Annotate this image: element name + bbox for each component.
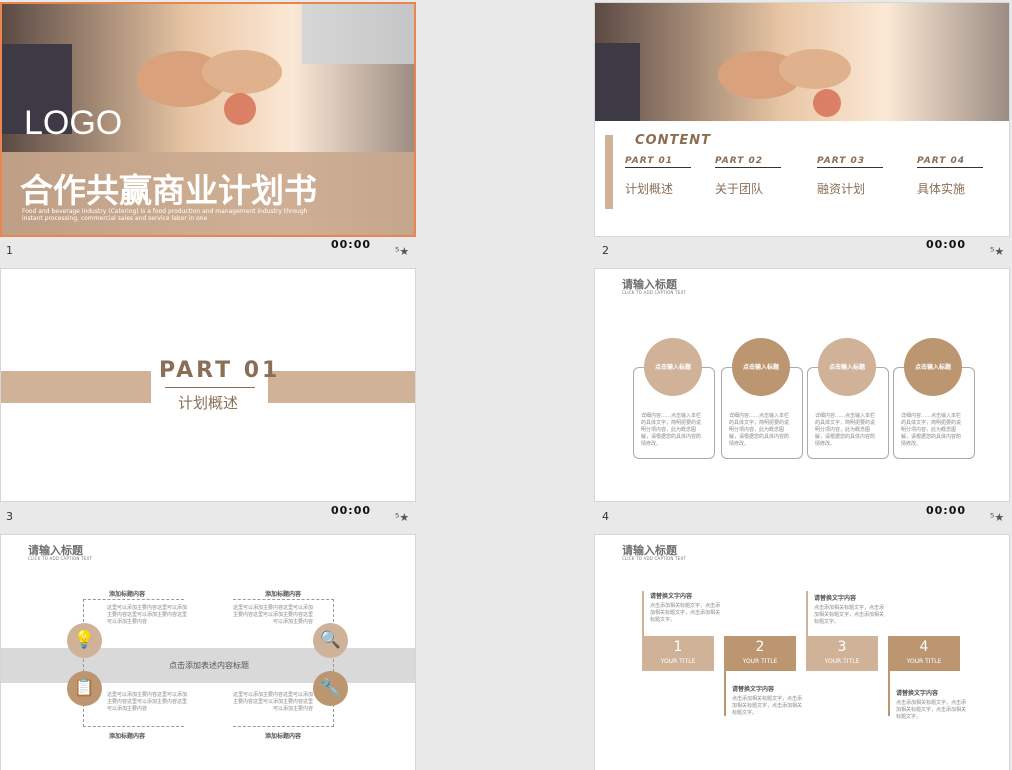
item-heading: 添加标题内容	[265, 733, 302, 740]
item-heading: 添加标题内容	[109, 591, 146, 598]
step-line	[642, 591, 644, 636]
band-title: 点击添加表述内容标题	[169, 661, 249, 670]
clipboard-icon: 📋	[67, 671, 102, 706]
slide-caption: CLICK TO ADD CAPTION TEXT	[622, 556, 686, 561]
step-heading: 请替换文字内容	[896, 690, 939, 697]
step-number: 3	[837, 639, 847, 655]
slide-thumbnail-4[interactable]: 请输入标题 CLICK TO ADD CAPTION TEXT 点击输入标题 详…	[594, 268, 1010, 502]
handshake-photo	[595, 3, 1009, 121]
slide-thumbnail-3[interactable]: PART 01 计划概述	[0, 268, 416, 502]
slide-thumbnail-6[interactable]: 请输入标题 CLICK TO ADD CAPTION TEXT 请替换文字内容 …	[594, 534, 1010, 770]
part-item-1[interactable]: PART 01 计划概述	[625, 156, 705, 197]
item-body: 这里可以添加主要内容这里可以添加主要内容这里可以添加主要内容这里可以添加主要内容	[107, 692, 188, 712]
accent-bar	[605, 135, 613, 209]
slide-timing: 00:00	[926, 238, 967, 251]
step-line	[888, 671, 890, 716]
slide-thumbnail-1[interactable]: LOGO 合作共赢商业计划书 Food and beverage industr…	[0, 2, 416, 237]
slide-thumbnail-2[interactable]: CONTENT PART 01 计划概述 PART 02 关于团队 PART 0…	[594, 2, 1010, 237]
logo-text: LOGO	[24, 104, 123, 142]
slide-number: 3	[6, 510, 13, 523]
slide-timing: 00:00	[331, 504, 372, 517]
star-icon[interactable]: ⁵★	[990, 511, 1004, 524]
step-line	[724, 671, 726, 716]
band-right	[268, 371, 415, 403]
bulb-icon: 💡	[67, 623, 102, 658]
step-line	[806, 591, 808, 636]
item-body: 这里可以添加主要内容这里可以添加主要内容这里可以添加主要内容这里可以添加主要内容	[233, 605, 314, 625]
step-body: 点击添加相关标题文字，点击添加相关标题文字，点击添加相关标题文字。	[650, 603, 721, 623]
step-label: YOUR TITLE	[660, 658, 696, 665]
step-heading: 请替换文字内容	[814, 595, 857, 602]
slide-timing: 00:00	[926, 504, 967, 517]
step-number: 2	[755, 639, 765, 655]
slide-number: 1	[6, 244, 13, 257]
step-body: 点击添加相关标题文字，点击添加相关标题文字，点击添加相关标题文字。	[896, 700, 967, 720]
step-heading: 请替换文字内容	[732, 686, 775, 693]
card-heading: 点击输入标题	[742, 364, 779, 371]
item-body: 这里可以添加主要内容这里可以添加主要内容这里可以添加主要内容这里可以添加主要内容	[233, 692, 314, 712]
part-label: 融资计划	[817, 182, 866, 196]
item-body: 这里可以添加主要内容这里可以添加主要内容这里可以添加主要内容这里可以添加主要内容	[107, 605, 188, 625]
part-item-2[interactable]: PART 02 关于团队	[715, 156, 795, 197]
part-item-4[interactable]: PART 04 具体实施	[917, 156, 997, 197]
step-number: 4	[919, 639, 929, 655]
slide-caption: CLICK TO ADD CAPTION TEXT	[28, 556, 92, 561]
step-body: 点击添加相关标题文字，点击添加相关标题文字，点击添加相关标题文字。	[814, 605, 885, 625]
part-label: 关于团队	[715, 182, 764, 196]
step-number: 1	[673, 639, 683, 655]
item-heading: 添加标题内容	[109, 733, 146, 740]
slide-timing: 00:00	[331, 238, 372, 251]
part-number: PART 02	[715, 156, 781, 168]
part-label: 计划概述	[625, 182, 674, 196]
slide-number: 4	[602, 510, 609, 523]
step-heading: 请替换文字内容	[650, 593, 693, 600]
step-label: YOUR TITLE	[824, 658, 860, 665]
star-icon[interactable]: ⁵★	[395, 511, 409, 524]
band-left	[1, 371, 151, 403]
tools-icon: 🔧	[313, 671, 348, 706]
star-icon[interactable]: ⁵★	[395, 245, 409, 258]
part-label: 计划概述	[178, 394, 239, 412]
part-number: PART 01	[625, 156, 691, 168]
step-label: YOUR TITLE	[906, 658, 942, 665]
card-heading: 点击输入标题	[828, 364, 865, 371]
slide-subtitle: Food and beverage industry (Catering) is…	[22, 208, 308, 222]
slide-thumbnail-5[interactable]: 请输入标题 CLICK TO ADD CAPTION TEXT 点击添加表述内容…	[0, 534, 416, 770]
part-number: PART 03	[817, 156, 883, 168]
slide-title: 合作共赢商业计划书	[20, 171, 317, 210]
slide-number: 2	[602, 244, 609, 257]
card-heading: 点击输入标题	[914, 364, 951, 371]
card-body: 详细内容……点击输入本栏的具体文字，简明扼要的说明分项内容，此为概念图解，请根据…	[901, 413, 962, 447]
card-body: 详细内容……点击输入本栏的具体文字，简明扼要的说明分项内容，此为概念图解，请根据…	[729, 413, 790, 447]
part-item-3[interactable]: PART 03 融资计划	[817, 156, 897, 197]
step-body: 点击添加相关标题文字，点击添加相关标题文字，点击添加相关标题文字。	[732, 696, 803, 716]
part-number: PART 04	[917, 156, 983, 168]
magnifier-icon: 🔍	[313, 623, 348, 658]
star-icon[interactable]: ⁵★	[990, 245, 1004, 258]
content-label: CONTENT	[635, 133, 711, 148]
step-label: YOUR TITLE	[742, 658, 778, 665]
card-heading: 点击输入标题	[654, 364, 691, 371]
slide-caption: CLICK TO ADD CAPTION TEXT	[622, 290, 686, 295]
card-body: 详细内容……点击输入本栏的具体文字，简明扼要的说明分项内容，此为概念图解，请根据…	[641, 413, 702, 447]
part-divider	[165, 387, 255, 388]
part-number: PART 01	[159, 358, 281, 383]
card-body: 详细内容……点击输入本栏的具体文字，简明扼要的说明分项内容，此为概念图解，请根据…	[815, 413, 876, 447]
item-heading: 添加标题内容	[265, 591, 302, 598]
part-label: 具体实施	[917, 182, 966, 196]
